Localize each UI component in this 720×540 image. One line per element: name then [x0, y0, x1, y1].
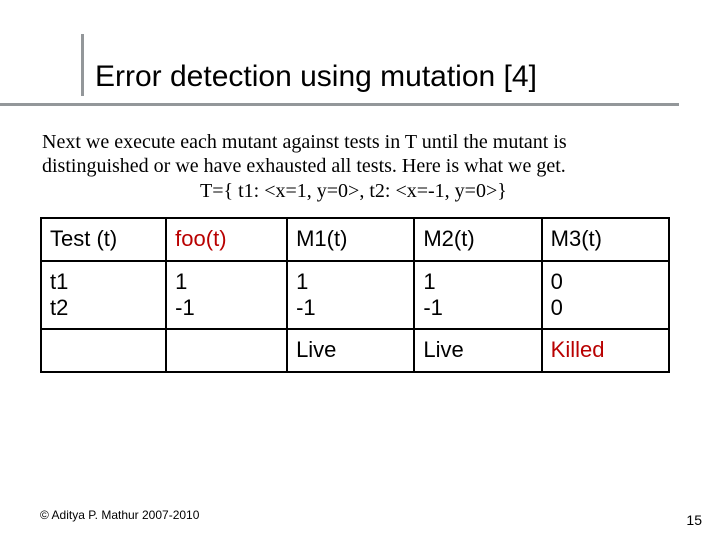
title-block: Error detection using mutation [4]	[95, 60, 680, 93]
cell-empty-1	[166, 329, 287, 371]
cell-m2: 1 -1	[414, 261, 541, 330]
cell-empty-0	[41, 329, 166, 371]
cell-m3: 0 0	[542, 261, 669, 330]
th-m1: M1(t)	[287, 218, 414, 260]
slide-title: Error detection using mutation [4]	[95, 60, 680, 93]
th-m3: M3(t)	[542, 218, 669, 260]
body-paragraph: Next we execute each mutant against test…	[42, 131, 674, 178]
title-accent-horizontal	[0, 103, 679, 106]
table-status-row: Live Live Killed	[41, 329, 669, 371]
th-test: Test (t)	[41, 218, 166, 260]
copyright: © Aditya P. Mathur 2007-2010	[40, 508, 199, 522]
th-foo: foo(t)	[166, 218, 287, 260]
cell-tests: t1 t2	[41, 261, 166, 330]
cell-status-m3: Killed	[542, 329, 669, 371]
cell-status-m1: Live	[287, 329, 414, 371]
test-set-line: T={ t1: <x=1, y=0>, t2: <x=-1, y=0>}	[200, 180, 680, 203]
title-accent-vertical	[81, 34, 84, 96]
cell-status-m2: Live	[414, 329, 541, 371]
cell-foo: 1 -1	[166, 261, 287, 330]
page-number: 15	[686, 512, 702, 528]
table-header-row: Test (t) foo(t) M1(t) M2(t) M3(t)	[41, 218, 669, 260]
th-m2: M2(t)	[414, 218, 541, 260]
results-table: Test (t) foo(t) M1(t) M2(t) M3(t) t1 t2 …	[40, 217, 670, 373]
table-values-row: t1 t2 1 -1 1 -1 1 -1 0 0	[41, 261, 669, 330]
cell-m1: 1 -1	[287, 261, 414, 330]
